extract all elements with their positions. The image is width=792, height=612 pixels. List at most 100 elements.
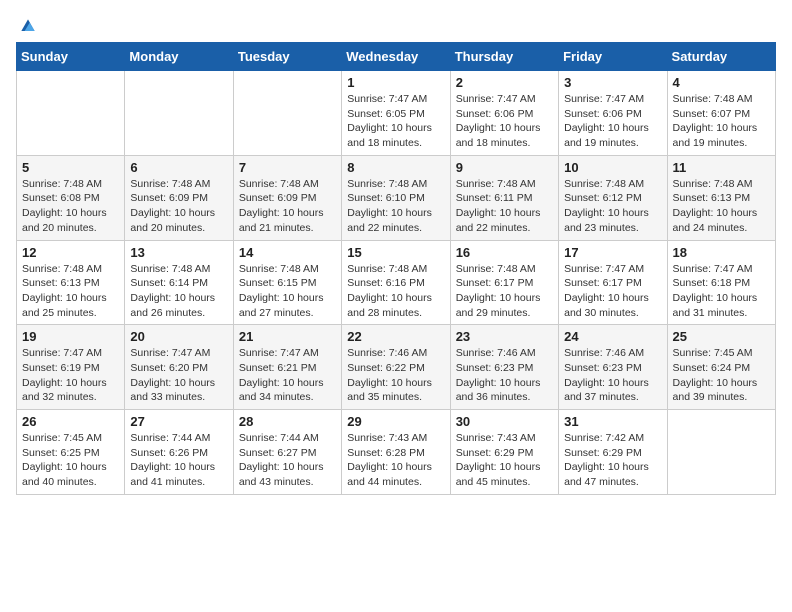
day-info: Sunrise: 7:48 AMSunset: 6:17 PMDaylight:… (456, 262, 553, 321)
day-info: Sunrise: 7:46 AMSunset: 6:23 PMDaylight:… (564, 346, 661, 405)
day-info: Sunrise: 7:48 AMSunset: 6:16 PMDaylight:… (347, 262, 444, 321)
calendar-cell: 7 Sunrise: 7:48 AMSunset: 6:09 PMDaylight… (233, 155, 341, 240)
weekday-header-saturday: Saturday (667, 43, 775, 71)
day-number: 22 (347, 329, 444, 344)
day-number: 2 (456, 75, 553, 90)
day-info: Sunrise: 7:44 AMSunset: 6:26 PMDaylight:… (130, 431, 227, 490)
calendar-body: 1 Sunrise: 7:47 AMSunset: 6:05 PMDaylight… (17, 71, 776, 495)
day-number: 13 (130, 245, 227, 260)
calendar-cell (667, 410, 775, 495)
calendar: SundayMondayTuesdayWednesdayThursdayFrid… (16, 42, 776, 495)
calendar-cell: 28 Sunrise: 7:44 AMSunset: 6:27 PMDayligh… (233, 410, 341, 495)
day-number: 28 (239, 414, 336, 429)
day-info: Sunrise: 7:47 AMSunset: 6:06 PMDaylight:… (564, 92, 661, 151)
calendar-cell: 20Sunrise: 7:47 AMSunset: 6:20 PMDayligh… (125, 325, 233, 410)
day-info: Sunrise: 7:44 AMSunset: 6:27 PMDaylight:… (239, 431, 336, 490)
day-info: Sunrise: 7:48 AMSunset: 6:08 PMDaylight:… (22, 177, 119, 236)
calendar-cell: 10 Sunrise: 7:48 AMSunset: 6:12 PMDayligh… (559, 155, 667, 240)
weekday-header-tuesday: Tuesday (233, 43, 341, 71)
day-number: 6 (130, 160, 227, 175)
calendar-week-4: 19 Sunrise: 7:47 AMSunset: 6:19 PMDayligh… (17, 325, 776, 410)
calendar-week-5: 26 Sunrise: 7:45 AMSunset: 6:25 PMDayligh… (17, 410, 776, 495)
day-number: 10 (564, 160, 661, 175)
calendar-cell: 22 Sunrise: 7:46 AMSunset: 6:22 PMDayligh… (342, 325, 450, 410)
day-number: 31 (564, 414, 661, 429)
day-number: 9 (456, 160, 553, 175)
day-info: Sunrise: 7:46 AMSunset: 6:22 PMDaylight:… (347, 346, 444, 405)
calendar-cell: 29 Sunrise: 7:43 AMSunset: 6:28 PMDayligh… (342, 410, 450, 495)
day-number: 27 (130, 414, 227, 429)
calendar-cell: 26 Sunrise: 7:45 AMSunset: 6:25 PMDayligh… (17, 410, 125, 495)
calendar-cell: 15 Sunrise: 7:48 AMSunset: 6:16 PMDayligh… (342, 240, 450, 325)
calendar-week-2: 5 Sunrise: 7:48 AMSunset: 6:08 PMDaylight… (17, 155, 776, 240)
day-number: 16 (456, 245, 553, 260)
day-number: 29 (347, 414, 444, 429)
calendar-cell (233, 71, 341, 156)
calendar-cell: 5 Sunrise: 7:48 AMSunset: 6:08 PMDaylight… (17, 155, 125, 240)
day-number: 23 (456, 329, 553, 344)
calendar-cell: 24 Sunrise: 7:46 AMSunset: 6:23 PMDayligh… (559, 325, 667, 410)
weekday-header-monday: Monday (125, 43, 233, 71)
day-number: 7 (239, 160, 336, 175)
calendar-cell: 1 Sunrise: 7:47 AMSunset: 6:05 PMDaylight… (342, 71, 450, 156)
day-info: Sunrise: 7:48 AMSunset: 6:15 PMDaylight:… (239, 262, 336, 321)
day-number: 18 (673, 245, 770, 260)
calendar-week-1: 1 Sunrise: 7:47 AMSunset: 6:05 PMDaylight… (17, 71, 776, 156)
calendar-cell: 17 Sunrise: 7:47 AMSunset: 6:17 PMDayligh… (559, 240, 667, 325)
day-info: Sunrise: 7:48 AMSunset: 6:13 PMDaylight:… (22, 262, 119, 321)
weekday-header-sunday: Sunday (17, 43, 125, 71)
day-info: Sunrise: 7:47 AMSunset: 6:18 PMDaylight:… (673, 262, 770, 321)
day-info: Sunrise: 7:48 AMSunset: 6:12 PMDaylight:… (564, 177, 661, 236)
day-info: Sunrise: 7:47 AMSunset: 6:05 PMDaylight:… (347, 92, 444, 151)
day-info: Sunrise: 7:47 AMSunset: 6:19 PMDaylight:… (22, 346, 119, 405)
weekday-header-friday: Friday (559, 43, 667, 71)
weekday-header-thursday: Thursday (450, 43, 558, 71)
calendar-cell: 30 Sunrise: 7:43 AMSunset: 6:29 PMDayligh… (450, 410, 558, 495)
day-info: Sunrise: 7:42 AMSunset: 6:29 PMDaylight:… (564, 431, 661, 490)
day-number: 5 (22, 160, 119, 175)
day-number: 11 (673, 160, 770, 175)
day-number: 15 (347, 245, 444, 260)
calendar-cell (17, 71, 125, 156)
header (16, 16, 776, 32)
calendar-cell: 6 Sunrise: 7:48 AMSunset: 6:09 PMDaylight… (125, 155, 233, 240)
day-number: 26 (22, 414, 119, 429)
day-number: 17 (564, 245, 661, 260)
day-number: 12 (22, 245, 119, 260)
calendar-cell: 21 Sunrise: 7:47 AMSunset: 6:21 PMDayligh… (233, 325, 341, 410)
day-number: 8 (347, 160, 444, 175)
day-number: 4 (673, 75, 770, 90)
calendar-cell: 3Sunrise: 7:47 AMSunset: 6:06 PMDaylight… (559, 71, 667, 156)
calendar-cell: 9 Sunrise: 7:48 AMSunset: 6:11 PMDaylight… (450, 155, 558, 240)
day-info: Sunrise: 7:47 AMSunset: 6:21 PMDaylight:… (239, 346, 336, 405)
day-info: Sunrise: 7:48 AMSunset: 6:13 PMDaylight:… (673, 177, 770, 236)
calendar-cell: 18 Sunrise: 7:47 AMSunset: 6:18 PMDayligh… (667, 240, 775, 325)
weekday-header-wednesday: Wednesday (342, 43, 450, 71)
calendar-cell: 23 Sunrise: 7:46 AMSunset: 6:23 PMDayligh… (450, 325, 558, 410)
calendar-cell: 19 Sunrise: 7:47 AMSunset: 6:19 PMDayligh… (17, 325, 125, 410)
day-info: Sunrise: 7:46 AMSunset: 6:23 PMDaylight:… (456, 346, 553, 405)
day-info: Sunrise: 7:48 AMSunset: 6:09 PMDaylight:… (239, 177, 336, 236)
day-info: Sunrise: 7:48 AMSunset: 6:10 PMDaylight:… (347, 177, 444, 236)
day-number: 30 (456, 414, 553, 429)
day-number: 14 (239, 245, 336, 260)
day-number: 21 (239, 329, 336, 344)
day-number: 1 (347, 75, 444, 90)
calendar-cell: 31 Sunrise: 7:42 AMSunset: 6:29 PMDayligh… (559, 410, 667, 495)
day-info: Sunrise: 7:45 AMSunset: 6:25 PMDaylight:… (22, 431, 119, 490)
day-info: Sunrise: 7:43 AMSunset: 6:29 PMDaylight:… (456, 431, 553, 490)
calendar-header-row: SundayMondayTuesdayWednesdayThursdayFrid… (17, 43, 776, 71)
day-info: Sunrise: 7:48 AMSunset: 6:11 PMDaylight:… (456, 177, 553, 236)
calendar-cell: 4Sunrise: 7:48 AMSunset: 6:07 PMDaylight… (667, 71, 775, 156)
logo-icon (18, 16, 38, 36)
day-info: Sunrise: 7:43 AMSunset: 6:28 PMDaylight:… (347, 431, 444, 490)
calendar-cell: 2Sunrise: 7:47 AMSunset: 6:06 PMDaylight… (450, 71, 558, 156)
calendar-week-3: 12 Sunrise: 7:48 AMSunset: 6:13 PMDayligh… (17, 240, 776, 325)
day-number: 24 (564, 329, 661, 344)
day-number: 19 (22, 329, 119, 344)
calendar-cell: 11 Sunrise: 7:48 AMSunset: 6:13 PMDayligh… (667, 155, 775, 240)
day-info: Sunrise: 7:48 AMSunset: 6:09 PMDaylight:… (130, 177, 227, 236)
calendar-cell: 27 Sunrise: 7:44 AMSunset: 6:26 PMDayligh… (125, 410, 233, 495)
day-info: Sunrise: 7:45 AMSunset: 6:24 PMDaylight:… (673, 346, 770, 405)
day-info: Sunrise: 7:47 AMSunset: 6:17 PMDaylight:… (564, 262, 661, 321)
